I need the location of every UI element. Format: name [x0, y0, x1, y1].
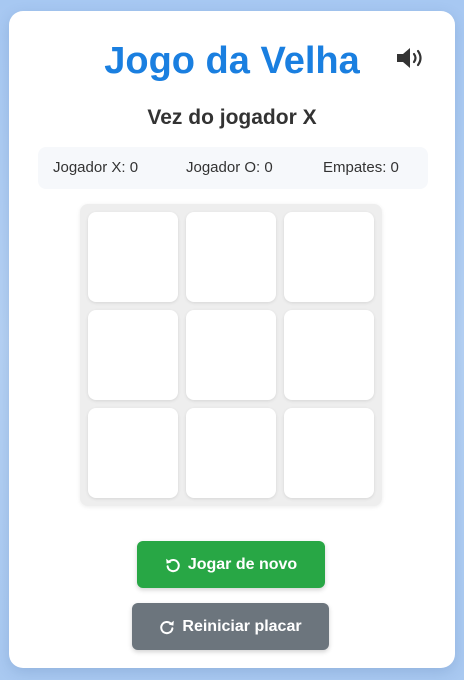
turn-status: Vez do jogador X: [147, 106, 317, 129]
volume-up-icon: [395, 47, 427, 74]
undo-icon: [165, 557, 181, 573]
redo-icon: [159, 619, 175, 635]
board-cell-4[interactable]: [88, 310, 178, 400]
board-cell-2[interactable]: [186, 212, 276, 302]
board-cell-7[interactable]: [88, 408, 178, 498]
score-player-o: Jogador O: 0: [186, 159, 273, 176]
play-again-label: Jogar de novo: [187, 555, 298, 573]
board-cell-8[interactable]: [186, 408, 276, 498]
reset-score-label: Reiniciar placar: [182, 617, 302, 635]
board-cell-1[interactable]: [88, 212, 178, 302]
play-again-button[interactable]: Jogar de novo: [137, 541, 325, 588]
sound-toggle-button[interactable]: [393, 45, 429, 75]
score-player-x: Jogador X: 0: [53, 159, 139, 176]
reset-score-button[interactable]: Reiniciar placar: [132, 603, 329, 650]
board-cell-6[interactable]: [284, 310, 374, 400]
board-cell-5[interactable]: [186, 310, 276, 400]
game-board: [80, 204, 382, 506]
score-draws: Empates: 0: [323, 159, 399, 176]
scoreboard: Jogador X: 0 Jogador O: 0 Empates: 0: [38, 147, 428, 189]
board-cell-3[interactable]: [284, 212, 374, 302]
board-cell-9[interactable]: [284, 408, 374, 498]
